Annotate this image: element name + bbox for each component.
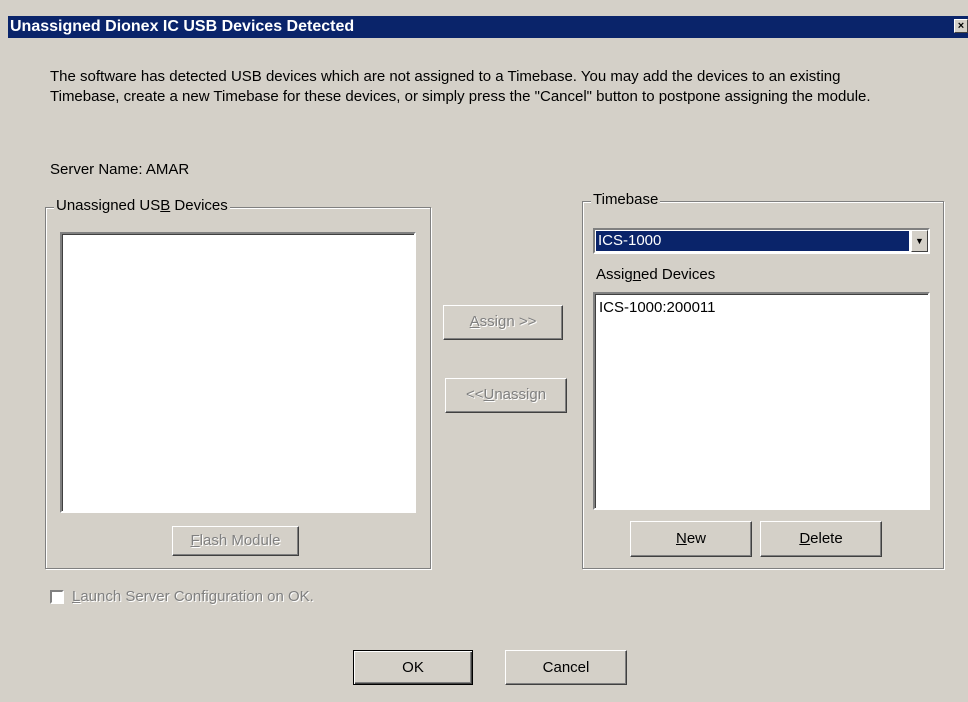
intro-text: The software has detected USB devices wh… bbox=[50, 68, 871, 105]
delete-button[interactable]: Delete bbox=[760, 521, 882, 557]
launch-server-config-label: Launch Server Configuration on OK. bbox=[72, 588, 314, 605]
server-name-row: Server Name: AMAR bbox=[50, 161, 189, 178]
list-item[interactable]: ICS-1000:200011 bbox=[599, 299, 928, 316]
server-name-value: AMAR bbox=[145, 161, 190, 178]
chevron-down-icon[interactable]: ▼ bbox=[911, 230, 928, 252]
launch-server-config-checkbox[interactable] bbox=[50, 590, 64, 604]
assigned-devices-label: Assigned Devices bbox=[596, 266, 716, 283]
cancel-button[interactable]: Cancel bbox=[505, 650, 627, 685]
assigned-devices-list[interactable]: ICS-1000:200011 bbox=[593, 292, 930, 510]
unassigned-devices-label: Unassigned USB Devices bbox=[54, 197, 230, 214]
unassign-button[interactable]: << Unassign bbox=[445, 378, 567, 413]
server-name-label: Server Name: bbox=[50, 161, 143, 178]
timebase-select[interactable]: ICS-1000 ▼ bbox=[593, 228, 930, 254]
unassigned-devices-group: Unassigned USB Devices Flash Module bbox=[45, 197, 431, 569]
timebase-label: Timebase bbox=[591, 191, 661, 208]
flash-module-button[interactable]: Flash Module bbox=[172, 526, 299, 556]
timebase-selected-value: ICS-1000 bbox=[596, 231, 909, 251]
ok-button[interactable]: OK bbox=[353, 650, 473, 685]
title-bar: Unassigned Dionex IC USB Devices Detecte… bbox=[8, 16, 968, 38]
dialog-window: Unassigned Dionex IC USB Devices Detecte… bbox=[0, 0, 968, 702]
assign-button[interactable]: Assign >> bbox=[443, 305, 563, 340]
new-button[interactable]: New bbox=[630, 521, 752, 557]
dialog-title: Unassigned Dionex IC USB Devices Detecte… bbox=[10, 18, 355, 35]
close-icon[interactable]: × bbox=[954, 19, 968, 33]
unassigned-devices-list[interactable] bbox=[60, 232, 416, 513]
